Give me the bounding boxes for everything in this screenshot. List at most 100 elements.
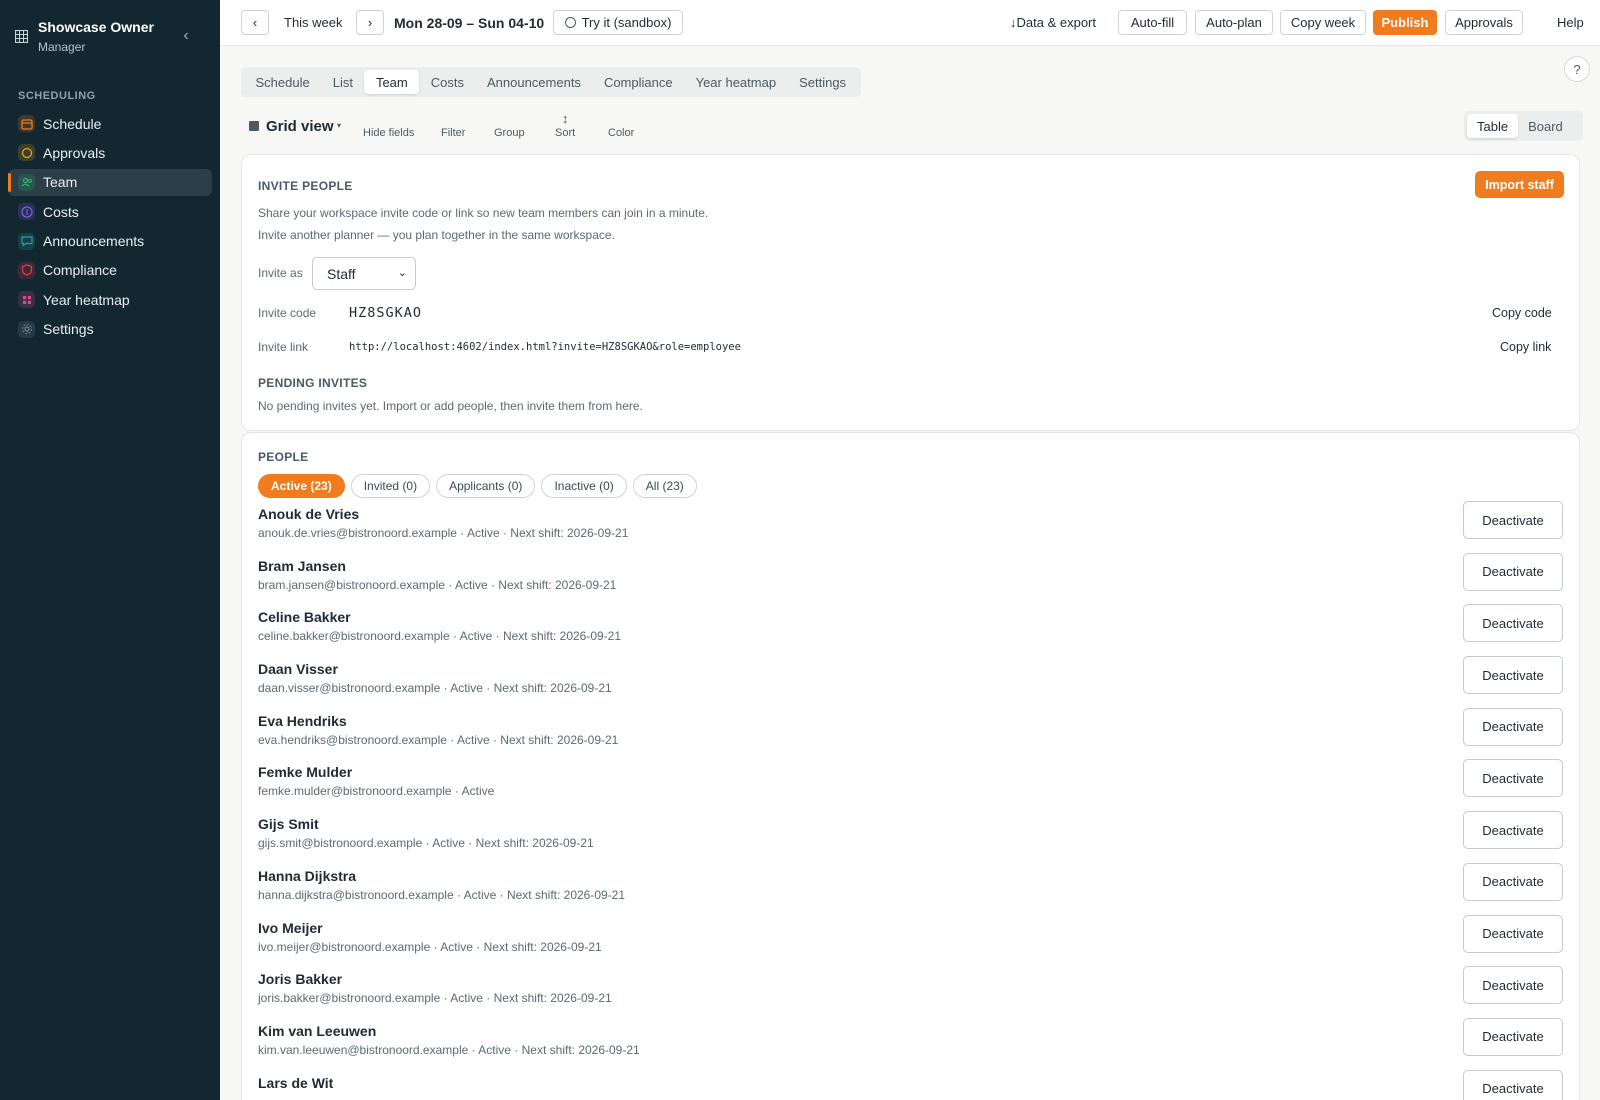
person-name: Femke Mulder	[258, 764, 353, 781]
people-list: Anouk de Vries anouk.de.vries@bistronoord…	[242, 498, 1581, 1100]
invite-people-card: INVITE PEOPLE Import staff Share your wo…	[241, 154, 1580, 431]
copy-week-button[interactable]: Copy week	[1280, 10, 1366, 35]
deactivate-button[interactable]: Deactivate	[1463, 656, 1563, 695]
tab-settings[interactable]: Settings	[788, 70, 858, 94]
deactivate-button[interactable]: Deactivate	[1463, 501, 1563, 539]
person-meta: kim.van.leeuwen@bistronoord.example · Ac…	[258, 1042, 640, 1057]
person-meta: anouk.de.vries@bistronoord.example · Act…	[258, 526, 629, 540]
grid-view-selector[interactable]: Grid view	[266, 118, 334, 135]
person-meta: femke.mulder@bistronoord.example · Activ…	[258, 784, 495, 799]
chevron-left-icon[interactable]: ‹	[178, 26, 194, 46]
sidebar-item-label: Team	[43, 174, 78, 191]
deactivate-button[interactable]: Deactivate	[1463, 1069, 1563, 1100]
copy-code-button[interactable]: Copy code	[1492, 306, 1552, 320]
prev-week-button[interactable]: ‹	[241, 10, 269, 35]
shield-icon	[18, 261, 35, 279]
person-meta: hanna.dijkstra@bistronoord.example · Act…	[258, 887, 626, 902]
sidebar-item-schedule[interactable]: Schedule	[8, 110, 212, 137]
tab-list[interactable]: List	[321, 70, 364, 94]
heatmap-icon	[18, 291, 35, 309]
users-icon	[18, 173, 35, 191]
data-export-button[interactable]: ↓Data & export	[1010, 15, 1096, 30]
deactivate-button[interactable]: Deactivate	[1463, 811, 1563, 850]
help-icon[interactable]: ?	[1564, 56, 1590, 82]
gear-icon	[18, 320, 35, 338]
filter-button[interactable]: Filter	[441, 127, 465, 139]
filter-chip-inactive[interactable]: Inactive (0)	[541, 474, 627, 498]
auto-fill-button[interactable]: Auto-fill	[1118, 10, 1187, 35]
chat-bubble-icon	[18, 144, 35, 162]
person-meta: joris.bakker@bistronoord.example · Activ…	[258, 991, 612, 1006]
person-row: Celine Bakker celine.bakker@bistronoord.e…	[242, 601, 1581, 653]
help-button[interactable]: Help	[1557, 15, 1584, 30]
tab-costs[interactable]: Costs	[419, 70, 475, 94]
person-row: Eva Hendriks eva.hendriks@bistronoord.exa…	[242, 705, 1581, 757]
person-row: Lars de Wit Deactivate	[242, 1067, 1581, 1100]
publish-button[interactable]: Publish	[1373, 10, 1437, 35]
hide-fields-button[interactable]: Hide fields	[363, 127, 414, 139]
data-export-label: Data & export	[1016, 15, 1097, 30]
auto-plan-button[interactable]: Auto-plan	[1195, 10, 1273, 35]
people-card: PEOPLE Active (23) Invited (0) Applicants …	[241, 432, 1580, 1100]
invite-planner-note: Invite another planner — you plan togeth…	[258, 228, 615, 242]
filter-chip-applicants[interactable]: Applicants (0)	[436, 474, 536, 498]
tab-team[interactable]: Team	[364, 70, 420, 94]
tab-compliance[interactable]: Compliance	[592, 70, 684, 94]
tab-year-heatmap[interactable]: Year heatmap	[684, 70, 787, 94]
sidebar-item-label: Approvals	[43, 144, 106, 161]
person-name: Lars de Wit	[258, 1074, 334, 1091]
deactivate-button[interactable]: Deactivate	[1463, 862, 1563, 901]
sidebar-item-label: Compliance	[43, 262, 117, 279]
filter-chip-invited[interactable]: Invited (0)	[350, 474, 431, 498]
person-name: Ivo Meijer	[258, 919, 323, 936]
sort-button[interactable]: Sort	[555, 127, 575, 139]
sandbox-button[interactable]: Try it (sandbox)	[553, 10, 683, 35]
sidebar-item-label: Announcements	[43, 233, 145, 250]
deactivate-button[interactable]: Deactivate	[1463, 966, 1563, 1005]
deactivate-button[interactable]: Deactivate	[1463, 914, 1563, 953]
person-row: Joris Bakker joris.bakker@bistronoord.exa…	[242, 963, 1581, 1015]
calendar-icon	[18, 115, 35, 132]
deactivate-button[interactable]: Deactivate	[1463, 759, 1563, 798]
person-name: Joris Bakker	[258, 971, 343, 988]
person-row: Bram Jansen bram.jansen@bistronoord.examp…	[242, 550, 1581, 602]
tab-schedule[interactable]: Schedule	[244, 70, 321, 94]
invite-heading: INVITE PEOPLE	[258, 179, 353, 193]
deactivate-button[interactable]: Deactivate	[1463, 1017, 1563, 1056]
person-name: Hanna Dijkstra	[258, 867, 357, 884]
person-meta: eva.hendriks@bistronoord.example · Activ…	[258, 732, 619, 747]
next-week-button[interactable]: ›	[356, 10, 384, 35]
invite-link-label: Invite link	[258, 340, 309, 354]
workspace-header: Showcase Owner Manager ‹	[0, 0, 220, 72]
person-name: Kim van Leeuwen	[258, 1022, 377, 1039]
sidebar-item-settings[interactable]: Settings	[8, 316, 212, 343]
sidebar-item-compliance[interactable]: Compliance	[8, 257, 212, 284]
coin-icon	[18, 203, 35, 221]
invite-role-value: Staff	[327, 265, 356, 282]
table-view-button[interactable]: Table	[1467, 114, 1519, 138]
color-button[interactable]: Color	[608, 127, 634, 139]
invite-role-select[interactable]: Staff ⌄	[312, 257, 416, 290]
deactivate-button[interactable]: Deactivate	[1463, 604, 1563, 643]
chevron-down-icon[interactable]: ▾	[337, 121, 341, 130]
tab-announcements[interactable]: Announcements	[475, 70, 592, 94]
approvals-button[interactable]: Approvals	[1445, 10, 1523, 35]
deactivate-button[interactable]: Deactivate	[1463, 707, 1563, 746]
person-row: Anouk de Vries anouk.de.vries@bistronoord…	[242, 498, 1581, 550]
group-button[interactable]: Group	[494, 127, 525, 139]
person-name: Celine Bakker	[258, 609, 351, 626]
this-week-button[interactable]: This week	[284, 15, 343, 30]
board-view-button[interactable]: Board	[1518, 114, 1573, 138]
grid-view-icon	[249, 121, 259, 131]
filter-chip-active[interactable]: Active (23)	[258, 474, 345, 498]
sidebar-item-approvals[interactable]: Approvals	[8, 139, 212, 166]
filter-chip-all[interactable]: All (23)	[632, 474, 697, 498]
sidebar-item-team[interactable]: Team	[8, 168, 212, 196]
invite-description: Share your workspace invite code or link…	[258, 206, 709, 220]
sidebar-item-announcements[interactable]: Announcements	[8, 228, 212, 255]
import-staff-button[interactable]: Import staff	[1475, 171, 1564, 198]
sidebar-item-year-heatmap[interactable]: Year heatmap	[8, 286, 212, 313]
sidebar-item-costs[interactable]: Costs	[8, 198, 212, 225]
deactivate-button[interactable]: Deactivate	[1463, 552, 1563, 591]
copy-link-button[interactable]: Copy link	[1500, 340, 1551, 354]
